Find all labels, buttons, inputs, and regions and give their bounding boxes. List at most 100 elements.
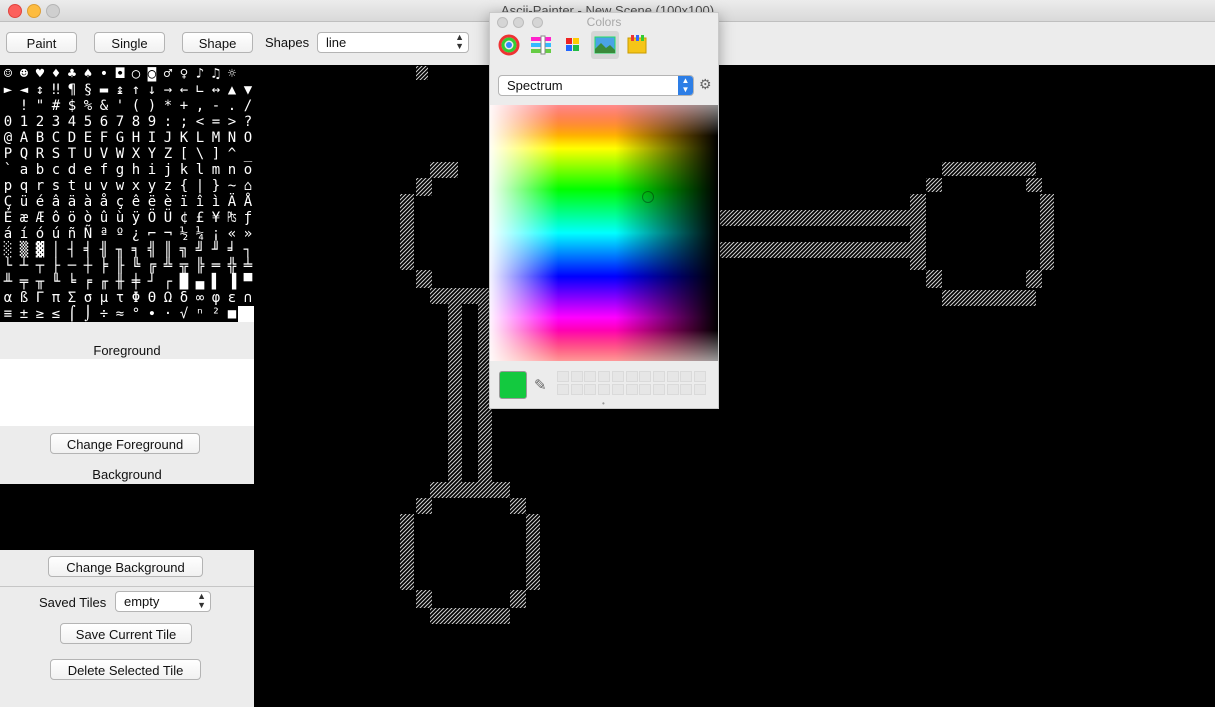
glyph-cell[interactable]: Æ — [32, 210, 48, 226]
glyph-cell[interactable]: ∟ — [192, 82, 208, 98]
glyph-cell[interactable]: ├ — [48, 258, 64, 274]
glyph-cell[interactable]: 5 — [80, 114, 96, 130]
glyph-cell[interactable]: ° — [128, 306, 144, 322]
glyph-cell[interactable]: X — [128, 146, 144, 162]
glyph-cell[interactable]: ▬ — [96, 82, 112, 98]
glyph-cell[interactable]: * — [160, 98, 176, 114]
glyph-cell[interactable]: ? — [240, 114, 254, 130]
color-wheel-icon[interactable] — [495, 31, 523, 59]
glyph-cell[interactable]: D — [64, 130, 80, 146]
glyph-cell[interactable]: ! — [16, 98, 32, 114]
glyph-cell[interactable]: o — [240, 162, 254, 178]
glyph-cell[interactable]: ▒ — [16, 242, 32, 258]
glyph-cell[interactable]: ♦ — [48, 66, 64, 82]
glyph-cell[interactable]: f — [96, 162, 112, 178]
glyph-cell[interactable]: h — [128, 162, 144, 178]
glyph-cell[interactable]: ù — [112, 210, 128, 226]
glyph-cell[interactable]: ♂ — [160, 66, 176, 82]
glyph-cell[interactable]: É — [0, 210, 16, 226]
swatch-slot[interactable] — [625, 371, 638, 382]
glyph-cell[interactable]: æ — [16, 210, 32, 226]
glyph-cell[interactable]: ╕ — [128, 242, 144, 258]
glyph-cell[interactable]: ÿ — [128, 210, 144, 226]
selected-glyph-cell[interactable] — [238, 306, 254, 322]
glyph-cell[interactable]: ( — [128, 98, 144, 114]
shape-button[interactable]: Shape — [182, 32, 253, 53]
swatch-slot[interactable] — [639, 371, 652, 382]
glyph-cell[interactable]: ½ — [176, 226, 192, 242]
glyph-cell[interactable]: ╧ — [240, 258, 254, 274]
swatch-slot[interactable] — [584, 384, 597, 395]
glyph-cell[interactable]: ═ — [208, 258, 224, 274]
glyph-cell[interactable]: » — [240, 226, 254, 242]
glyph-cell[interactable]: m — [208, 162, 224, 178]
glyph-cell[interactable]: ╣ — [144, 242, 160, 258]
glyph-cell[interactable]: ▄ — [192, 274, 208, 290]
paint-button[interactable]: Paint — [6, 32, 77, 53]
resize-handle[interactable]: • — [602, 399, 605, 408]
glyph-cell[interactable]: | — [192, 178, 208, 194]
image-palettes-icon[interactable] — [591, 31, 619, 59]
glyph-cell[interactable]: i — [144, 162, 160, 178]
glyph-cell[interactable]: ╖ — [112, 242, 128, 258]
glyph-cell[interactable]: ≤ — [48, 306, 64, 322]
glyph-cell[interactable]: L — [192, 130, 208, 146]
glyph-cell[interactable]: # — [48, 98, 64, 114]
glyph-cell[interactable]: d — [64, 162, 80, 178]
glyph-cell[interactable]: ╝ — [192, 242, 208, 258]
glyph-cell[interactable]: ┼ — [80, 258, 96, 274]
single-button[interactable]: Single — [94, 32, 165, 53]
glyph-cell[interactable]: ╘ — [64, 274, 80, 290]
glyph-cell[interactable]: > — [224, 114, 240, 130]
glyph-cell[interactable]: W — [112, 146, 128, 162]
glyph-cell[interactable]: ☻ — [16, 66, 32, 82]
glyph-cell[interactable]: ╦ — [176, 258, 192, 274]
glyph-cell[interactable]: t — [64, 178, 80, 194]
glyph-cell[interactable]: ╤ — [16, 274, 32, 290]
glyph-cell[interactable]: ⌡ — [80, 306, 96, 322]
glyph-cell[interactable]: ╙ — [48, 274, 64, 290]
glyph-cell[interactable]: è — [160, 194, 176, 210]
glyph-cell[interactable]: δ — [176, 290, 192, 306]
glyph-cell[interactable]: P — [0, 146, 16, 162]
glyph-cell[interactable]: ] — [208, 146, 224, 162]
glyph-cell[interactable]: ╪ — [128, 274, 144, 290]
color-mode-select[interactable]: Spectrum ▲ ▼ — [498, 75, 694, 96]
glyph-cell[interactable]: ₧ — [224, 210, 240, 226]
delete-selected-tile-button[interactable]: Delete Selected Tile — [50, 659, 201, 680]
glyph-cell[interactable]: ⁿ — [192, 306, 208, 322]
glyph-cell[interactable]: ⌠ — [64, 306, 80, 322]
saved-tiles-select[interactable]: empty ▲ ▼ — [115, 591, 211, 612]
change-background-button[interactable]: Change Background — [48, 556, 203, 577]
glyph-cell[interactable]: 0 — [0, 114, 16, 130]
change-foreground-button[interactable]: Change Foreground — [50, 433, 200, 454]
glyph-cell[interactable]: Å — [240, 194, 254, 210]
glyph-cell[interactable]: ε — [224, 290, 240, 306]
glyph-cell[interactable]: ╒ — [80, 274, 96, 290]
glyph-cell[interactable]: ┬ — [32, 258, 48, 274]
glyph-cell[interactable]: ╨ — [0, 274, 16, 290]
glyph-cell[interactable]: b — [32, 162, 48, 178]
glyph-cell[interactable]: ∙ — [144, 306, 160, 322]
glyph-cell[interactable]: ♣ — [64, 66, 80, 82]
glyph-cell[interactable]: Σ — [64, 290, 80, 306]
glyph-cell[interactable]: ↨ — [112, 82, 128, 98]
glyph-cell[interactable]: ╠ — [192, 258, 208, 274]
glyph-cell[interactable]: = — [208, 114, 224, 130]
glyph-cell[interactable]: Ä — [224, 194, 240, 210]
glyph-cell[interactable]: ï — [176, 194, 192, 210]
glyph-cell[interactable]: J — [160, 130, 176, 146]
glyph-cell[interactable]: ♠ — [80, 66, 96, 82]
glyph-cell[interactable]: • — [96, 66, 112, 82]
glyph-cell[interactable]: é — [32, 194, 48, 210]
glyph-cell[interactable]: 6 — [96, 114, 112, 130]
glyph-cell[interactable]: ) — [144, 98, 160, 114]
glyph-cell[interactable]: ; — [176, 114, 192, 130]
glyph-cell[interactable]: ú — [48, 226, 64, 242]
glyph-cell[interactable]: ¬ — [160, 226, 176, 242]
glyph-cell[interactable]: ≥ — [32, 306, 48, 322]
glyph-cell[interactable]: £ — [192, 210, 208, 226]
glyph-cell[interactable]: + — [176, 98, 192, 114]
glyph-cell[interactable]: $ — [64, 98, 80, 114]
glyph-cell[interactable]: g — [112, 162, 128, 178]
